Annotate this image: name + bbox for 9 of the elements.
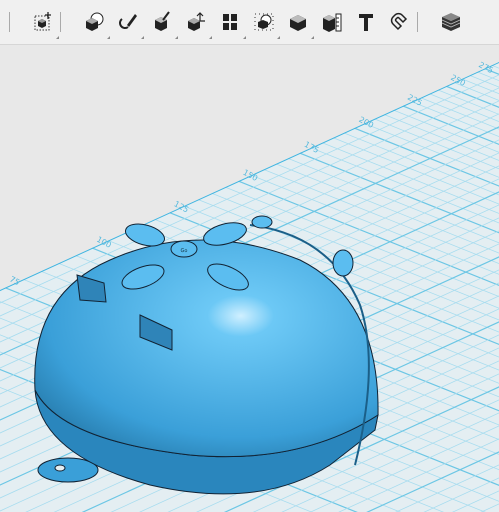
axis-label: 75: [8, 274, 22, 288]
axis-label: 200: [357, 114, 376, 130]
axis-label: 100: [95, 234, 113, 250]
axis-label: 275: [477, 60, 495, 76]
axis-label: 250: [449, 72, 467, 88]
axis-label: 225: [406, 92, 424, 108]
axis-label: 175: [302, 140, 320, 155]
axis-label: 125: [172, 199, 190, 214]
axis-label: 150: [241, 168, 260, 184]
